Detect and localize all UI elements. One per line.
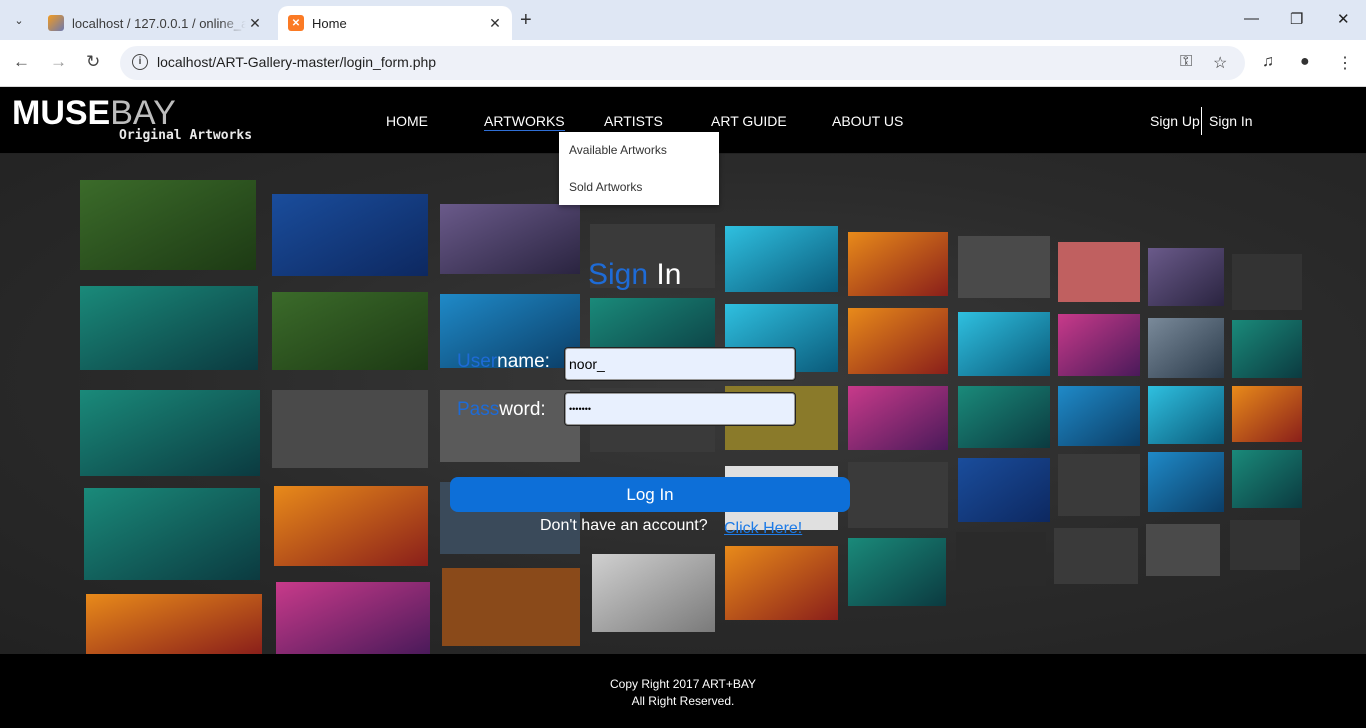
signup-link[interactable]: Sign Up bbox=[1150, 113, 1200, 129]
nav-artworks[interactable]: ARTWORKS bbox=[484, 113, 565, 131]
tab-title: localhost / 127.0.0.1 / online_art bbox=[72, 15, 246, 31]
username-label: Username: bbox=[457, 351, 550, 372]
back-arrow-icon[interactable]: ← bbox=[13, 52, 30, 72]
signin-link[interactable]: Sign In bbox=[1209, 113, 1253, 129]
login-button[interactable]: Log In bbox=[450, 477, 850, 512]
profile-icon[interactable]: ● bbox=[1300, 53, 1310, 71]
auth-divider bbox=[1201, 107, 1202, 135]
artworks-dropdown-menu: Available Artworks Sold Artworks bbox=[559, 132, 719, 205]
bookmark-star-icon[interactable]: ☆ bbox=[1213, 53, 1227, 73]
nav-artists[interactable]: ARTISTS bbox=[604, 113, 663, 129]
web-page: MUSEBAY Original Artworks HOME ARTWORKS … bbox=[0, 88, 1366, 728]
register-link[interactable]: Click Here! bbox=[724, 520, 802, 538]
new-tab-icon[interactable]: + bbox=[520, 10, 532, 30]
phpmyadmin-icon bbox=[48, 15, 64, 31]
media-controls-icon[interactable]: ♫ bbox=[1262, 53, 1274, 71]
tab-search-chevron-icon[interactable]: ⌄ bbox=[8, 9, 30, 31]
site-footer: Copy Right 2017 ART+BAY All Right Reserv… bbox=[0, 654, 1366, 728]
password-label: Password: bbox=[457, 399, 546, 420]
site-info-icon[interactable]: i bbox=[132, 54, 148, 70]
nav-home[interactable]: HOME bbox=[386, 113, 428, 129]
xampp-icon: ✕ bbox=[288, 15, 304, 31]
more-menu-icon[interactable]: ⋮ bbox=[1337, 53, 1353, 73]
signin-heading: Sign In bbox=[588, 258, 682, 291]
window-close-icon[interactable]: ✕ bbox=[1337, 10, 1350, 28]
close-tab-icon[interactable]: ✕ bbox=[246, 14, 264, 32]
site-tagline: Original Artworks bbox=[119, 128, 253, 143]
forward-arrow-icon[interactable]: → bbox=[50, 52, 67, 72]
browser-tab-bar: ⌄ localhost / 127.0.0.1 / online_art ✕ ✕… bbox=[0, 0, 1366, 40]
dropdown-item-available-artworks[interactable]: Available Artworks bbox=[569, 143, 667, 157]
footer-rights: All Right Reserved. bbox=[631, 694, 735, 708]
minimize-icon[interactable]: — bbox=[1244, 10, 1259, 27]
no-account-text: Don't have an account? bbox=[540, 517, 708, 534]
address-url[interactable]: localhost/ART-Gallery-master/login_form.… bbox=[157, 54, 436, 70]
close-tab-icon[interactable]: ✕ bbox=[486, 14, 504, 32]
restore-icon[interactable]: ❐ bbox=[1290, 10, 1303, 28]
footer-copyright: Copy Right 2017 ART+BAY bbox=[610, 677, 756, 691]
username-input[interactable]: noor_ bbox=[565, 348, 795, 380]
nav-art-guide[interactable]: ART GUIDE bbox=[711, 113, 787, 129]
nav-about-us[interactable]: ABOUT US bbox=[832, 113, 903, 129]
tab-home[interactable]: ✕ Home ✕ bbox=[278, 6, 512, 40]
browser-toolbar: ← → ↻ i localhost/ART-Gallery-master/log… bbox=[0, 40, 1366, 87]
tab-title: Home bbox=[312, 15, 347, 31]
password-key-icon[interactable]: ⚿ bbox=[1180, 53, 1192, 71]
reload-icon[interactable]: ↻ bbox=[86, 52, 100, 72]
address-bar[interactable]: i localhost/ART-Gallery-master/login_for… bbox=[120, 46, 1245, 80]
tab-phpmyadmin[interactable]: localhost / 127.0.0.1 / online_art ✕ bbox=[38, 6, 272, 40]
dropdown-item-sold-artworks[interactable]: Sold Artworks bbox=[569, 180, 642, 194]
password-input[interactable]: ••••••• bbox=[565, 393, 795, 425]
